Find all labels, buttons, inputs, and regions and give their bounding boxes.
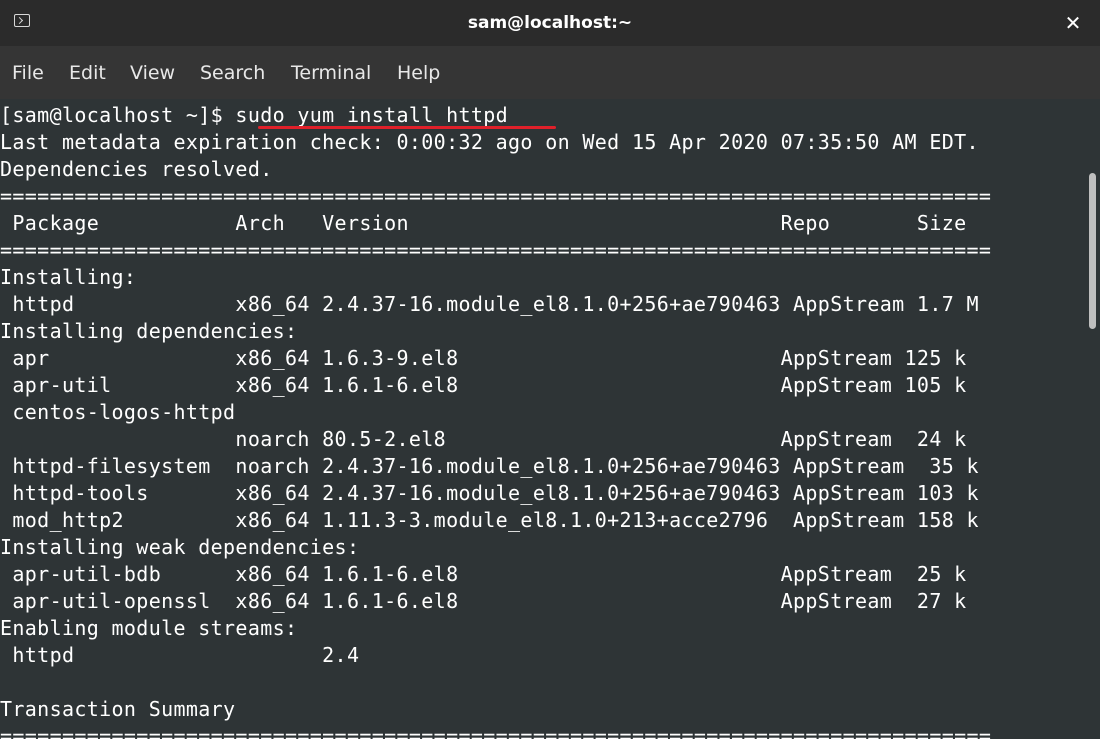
package-row: httpd x86_64 2.4.37-16.module_el8.1.0+25… [0, 292, 979, 316]
window-title: sam@localhost:~ [467, 13, 633, 33]
package-row: httpd-tools x86_64 2.4.37-16.module_el8.… [0, 481, 979, 505]
separator-line: ========================================… [0, 238, 992, 262]
menu-help[interactable]: Help [397, 62, 440, 84]
separator-line: ========================================… [0, 724, 992, 739]
package-row: httpd 2.4 [0, 643, 360, 667]
package-row: noarch 80.5-2.el8 AppStream 24 k [0, 427, 967, 451]
package-row: apr-util-bdb x86_64 1.6.1-6.el8 AppStrea… [0, 562, 967, 586]
menu-file[interactable]: File [12, 62, 44, 84]
menu-search[interactable]: Search [200, 62, 265, 84]
package-row: apr-util-openssl x86_64 1.6.1-6.el8 AppS… [0, 589, 967, 613]
menu-terminal[interactable]: Terminal [291, 62, 371, 84]
command-line: [sam@localhost ~]$ sudo yum install http… [0, 103, 509, 127]
package-row: centos-logos-httpd [0, 400, 236, 424]
package-row: mod_http2 x86_64 1.11.3-3.module_el8.1.0… [0, 508, 979, 532]
command-highlight-underline [258, 126, 556, 129]
separator-line: ========================================… [0, 184, 992, 208]
section-heading: Installing dependencies: [0, 319, 298, 343]
section-heading: Enabling module streams: [0, 616, 298, 640]
close-button[interactable]: ✕ [1058, 8, 1088, 38]
package-row: apr x86_64 1.6.3-9.el8 AppStream 125 k [0, 346, 967, 370]
menu-edit[interactable]: Edit [69, 62, 106, 84]
menu-bar: File Edit View Search Terminal Help [0, 46, 1100, 99]
section-heading: Transaction Summary [0, 697, 236, 721]
package-row: httpd-filesystem noarch 2.4.37-16.module… [0, 454, 979, 478]
scrollbar-thumb[interactable] [1089, 173, 1096, 329]
output-line: Dependencies resolved. [0, 157, 273, 181]
section-heading: Installing: [0, 265, 137, 289]
package-row: apr-util x86_64 1.6.1-6.el8 AppStream 10… [0, 373, 967, 397]
vertical-scrollbar[interactable] [1085, 99, 1100, 739]
table-header: Package Arch Version Repo Size [0, 211, 967, 235]
section-heading: Installing weak dependencies: [0, 535, 360, 559]
title-bar: sam@localhost:~ ✕ [0, 0, 1100, 46]
terminal-output[interactable]: [sam@localhost ~]$ sudo yum install http… [0, 99, 1085, 739]
menu-view[interactable]: View [130, 62, 175, 84]
output-line: Last metadata expiration check: 0:00:32 … [0, 130, 979, 154]
